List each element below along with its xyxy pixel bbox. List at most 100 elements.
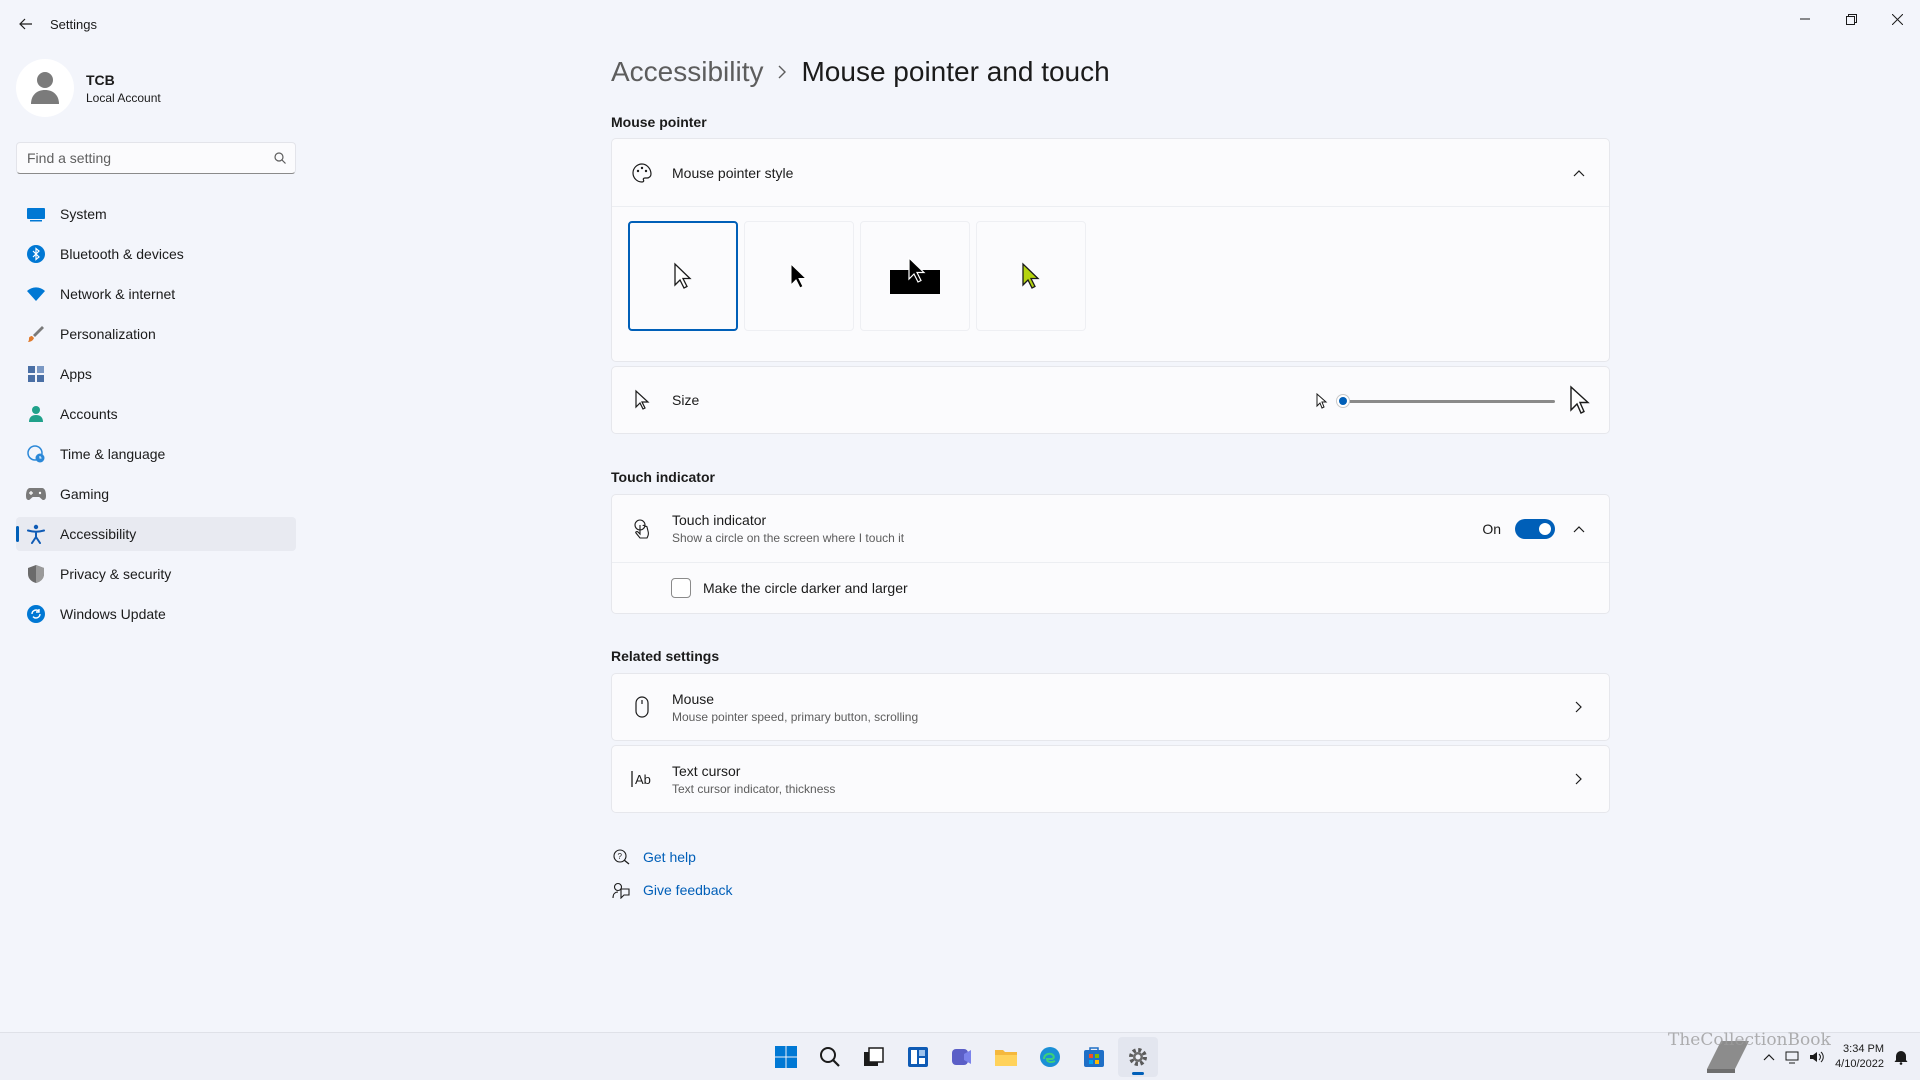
sidebar-item-system[interactable]: System	[16, 197, 296, 231]
section-label-related: Related settings	[611, 648, 720, 664]
user-profile[interactable]: TCB Local Account	[16, 58, 161, 118]
title-bar: Settings	[0, 0, 1920, 48]
related-text-cursor-row[interactable]: Ab Text cursor Text cursor indicator, th…	[612, 746, 1609, 812]
touch-indicator-card: Touch indicator Show a circle on the scr…	[611, 494, 1610, 614]
darker-circle-checkbox[interactable]	[671, 578, 691, 598]
sidebar-item-label: Privacy & security	[60, 566, 172, 582]
chevron-up-icon[interactable]	[1763, 1053, 1775, 1061]
mouse-pointer-style-header[interactable]: Mouse pointer style	[612, 139, 1609, 207]
sidebar-item-label: Time & language	[60, 446, 166, 462]
inverted-cursor-icon	[890, 256, 940, 294]
related-mouse-subtitle: Mouse pointer speed, primary button, scr…	[672, 709, 919, 724]
widgets-icon	[908, 1047, 928, 1067]
file-explorer-button[interactable]	[986, 1037, 1026, 1077]
apps-icon	[26, 364, 46, 384]
sidebar-item-label: System	[60, 206, 107, 222]
pointer-style-options	[628, 221, 1086, 331]
gamepad-icon	[26, 484, 46, 504]
mouse-pointer-style-title: Mouse pointer style	[672, 164, 794, 181]
palette-icon	[630, 161, 654, 185]
chevron-up-icon[interactable]	[1567, 517, 1591, 541]
update-icon	[26, 604, 46, 624]
pointer-style-inverted[interactable]	[860, 221, 970, 331]
related-mouse-card[interactable]: Mouse Mouse pointer speed, primary butto…	[611, 673, 1610, 741]
profile-account-type: Local Account	[86, 90, 161, 105]
related-text-cursor-card[interactable]: Ab Text cursor Text cursor indicator, th…	[611, 745, 1610, 813]
restore-button[interactable]	[1828, 4, 1874, 34]
section-label-touch-indicator: Touch indicator	[611, 469, 715, 485]
give-feedback-row[interactable]: Give feedback	[611, 873, 733, 906]
chevron-right-icon	[1567, 767, 1591, 791]
pointer-size-slider[interactable]	[1313, 385, 1593, 414]
toggle-state-label: On	[1482, 520, 1501, 537]
widgets-button[interactable]	[898, 1037, 938, 1077]
touch-indicator-subtitle: Show a circle on the screen where I touc…	[672, 531, 905, 545]
start-button[interactable]	[766, 1037, 806, 1077]
touch-indicator-title: Touch indicator	[672, 512, 767, 528]
sidebar-item-time-language[interactable]: Time & language	[16, 437, 296, 471]
sidebar-item-bluetooth[interactable]: Bluetooth & devices	[16, 237, 296, 271]
app-title: Settings	[50, 17, 97, 32]
brush-icon	[26, 324, 46, 344]
custom-color-cursor-icon	[1022, 262, 1040, 289]
search-box[interactable]	[16, 142, 296, 174]
sidebar-item-accessibility[interactable]: Accessibility	[16, 517, 296, 551]
taskbar-clock[interactable]: 3:34 PM 4/10/2022	[1835, 1042, 1884, 1072]
sidebar-item-apps[interactable]: Apps	[16, 357, 296, 391]
task-view-button[interactable]	[854, 1037, 894, 1077]
search-icon[interactable]	[265, 152, 295, 164]
person-icon	[26, 404, 46, 424]
folder-icon	[995, 1050, 1017, 1066]
large-cursor-icon	[1570, 385, 1590, 414]
related-mouse-row[interactable]: Mouse Mouse pointer speed, primary butto…	[612, 674, 1609, 740]
notification-icon[interactable]	[1894, 1049, 1908, 1065]
small-cursor-icon	[1316, 393, 1328, 409]
sidebar-item-accounts[interactable]: Accounts	[16, 397, 296, 431]
sidebar-item-label: Personalization	[60, 326, 156, 342]
back-button[interactable]	[12, 10, 40, 38]
chevron-up-icon[interactable]	[1567, 161, 1591, 185]
pointer-style-custom[interactable]	[976, 221, 1086, 331]
display-icon[interactable]	[1785, 1050, 1799, 1064]
gear-icon	[1129, 1048, 1147, 1066]
close-button[interactable]	[1874, 4, 1920, 34]
sidebar-item-network[interactable]: Network & internet	[16, 277, 296, 311]
sidebar-item-privacy-security[interactable]: Privacy & security	[16, 557, 296, 591]
teams-chat-button[interactable]	[942, 1037, 982, 1077]
touch-indicator-header[interactable]: Touch indicator Show a circle on the scr…	[612, 495, 1609, 563]
pointer-style-black[interactable]	[744, 221, 854, 331]
sidebar-item-windows-update[interactable]: Windows Update	[16, 597, 296, 631]
get-help-link[interactable]: Get help	[643, 849, 696, 865]
slider-thumb[interactable]	[1336, 394, 1350, 408]
windows-logo-icon	[775, 1046, 797, 1068]
section-label-mouse-pointer: Mouse pointer	[611, 114, 707, 130]
get-help-row[interactable]: ? Get help	[611, 840, 733, 873]
store-button[interactable]	[1074, 1037, 1114, 1077]
search-input[interactable]	[17, 150, 265, 166]
sidebar-item-gaming[interactable]: Gaming	[16, 477, 296, 511]
darker-circle-option[interactable]: Make the circle darker and larger	[612, 563, 1609, 613]
clock-date: 4/10/2022	[1835, 1058, 1884, 1070]
breadcrumb: Accessibility Mouse pointer and touch	[611, 56, 1110, 88]
sidebar-item-personalization[interactable]: Personalization	[16, 317, 296, 351]
touch-indicator-toggle[interactable]	[1515, 518, 1555, 539]
svg-text:Ab: Ab	[635, 772, 651, 787]
settings-taskbar-button[interactable]	[1118, 1037, 1158, 1077]
cursor-size-icon	[630, 388, 654, 412]
breadcrumb-parent[interactable]: Accessibility	[611, 56, 763, 88]
minimize-button[interactable]	[1782, 4, 1828, 34]
sidebar-item-label: Accessibility	[60, 526, 137, 542]
taskbar-search-button[interactable]	[810, 1037, 850, 1077]
edge-browser-button[interactable]	[1030, 1037, 1070, 1077]
sidebar-item-label: Bluetooth & devices	[60, 246, 184, 262]
give-feedback-link[interactable]: Give feedback	[643, 882, 733, 898]
pointer-style-white[interactable]	[628, 221, 738, 331]
sidebar-item-label: Gaming	[60, 486, 110, 502]
taskbar: 3:34 PM 4/10/2022	[0, 1032, 1920, 1080]
volume-icon[interactable]	[1809, 1050, 1825, 1064]
black-cursor-icon	[790, 262, 808, 289]
help-links: ? Get help Give feedback	[611, 840, 733, 906]
related-text-cursor-title: Text cursor	[672, 762, 741, 779]
mouse-icon	[630, 695, 654, 719]
slider-track[interactable]	[1343, 400, 1555, 403]
